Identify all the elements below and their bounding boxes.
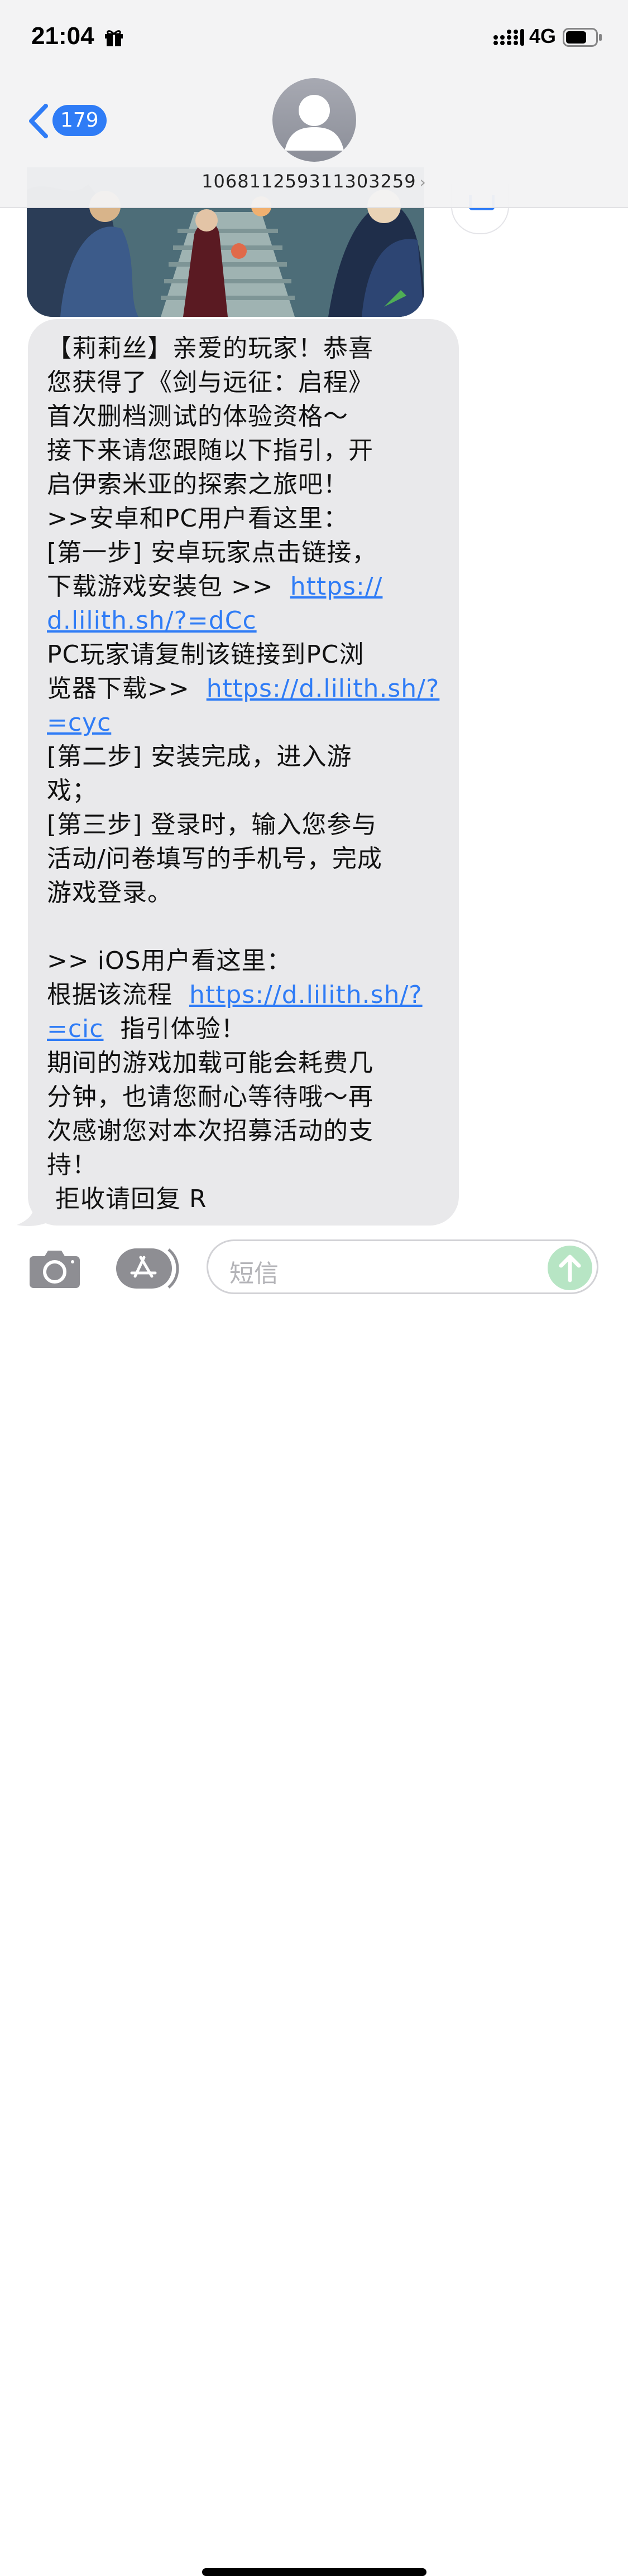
contact-name[interactable]: 106811259311303259 › xyxy=(0,171,628,192)
message-text: 分钟，也请您耐心等待哦～再 xyxy=(47,1083,373,1111)
message-text: 次感谢您对本次招募活动的支 xyxy=(47,1117,373,1145)
message-line: =cic 指引体验！ xyxy=(47,1012,449,1046)
message-text: 活动/问卷填写的手机号，完成 xyxy=(47,845,382,873)
message-line: 活动/问卷填写的手机号，完成 xyxy=(47,842,449,876)
message-text: 览器下载>> xyxy=(47,674,207,703)
message-line: 接下来请您跟随以下指引，开 xyxy=(47,433,449,467)
message-text: [第二步] 安装完成，进入游 xyxy=(47,742,352,771)
message-text: [第三步] 登录时，输入您参与 xyxy=(47,811,377,839)
chevron-left-icon xyxy=(29,104,48,138)
message-link[interactable]: https://d.lilith.sh/? xyxy=(207,674,440,703)
network-type: 4G xyxy=(529,25,557,47)
message-text: 首次删档测试的体验资格～ xyxy=(47,402,348,431)
send-arrow-icon xyxy=(559,1255,581,1282)
chevron-right-icon: › xyxy=(419,173,426,191)
contact-avatar[interactable] xyxy=(272,78,356,162)
message-text: 根据该流程 xyxy=(47,981,189,1009)
message-line: 启伊索米亚的探索之旅吧！ xyxy=(47,467,449,501)
message-line: 戏； xyxy=(47,774,449,808)
message-bubble[interactable]: 【莉莉丝】亲爱的玩家！恭喜 您获得了《剑与远征：启程》 首次删档测试的体验资格～ 接下… xyxy=(28,319,459,1226)
message-text: 指引体验！ xyxy=(103,1015,246,1043)
send-button[interactable] xyxy=(548,1246,592,1290)
message-line: [第三步] 登录时，输入您参与 xyxy=(47,808,449,842)
message-line: 次感谢您对本次招募活动的支 xyxy=(47,1114,449,1148)
message-line: 下载游戏安装包 >> https:// xyxy=(47,570,449,604)
message-body: 【莉莉丝】亲爱的玩家！恭喜 您获得了《剑与远征：启程》 首次删档测试的体验资格～ 接下… xyxy=(47,331,449,1216)
message-line: 【莉莉丝】亲爱的玩家！恭喜 xyxy=(47,331,449,365)
message-line: PC玩家请复制该链接到PC浏 xyxy=(47,638,449,672)
message-line: [第一步] 安卓玩家点击链接， xyxy=(47,536,449,570)
home-indicator xyxy=(202,2568,426,2576)
message-text: >> iOS用户看这里： xyxy=(47,947,292,975)
message-line: 览器下载>> https://d.lilith.sh/? xyxy=(47,672,449,706)
message-text: 启伊索米亚的探索之旅吧！ xyxy=(47,470,348,499)
camera-icon[interactable] xyxy=(29,1248,80,1289)
contact-number: 106811259311303259 xyxy=(202,171,416,192)
message-text: 戏； xyxy=(47,776,97,805)
message-line: =cyc xyxy=(47,706,449,740)
message-text: 【莉莉丝】亲爱的玩家！恭喜 xyxy=(47,334,373,363)
message-line: 分钟，也请您耐心等待哦～再 xyxy=(47,1080,449,1114)
message-text: PC玩家请复制该链接到PC浏 xyxy=(47,640,365,669)
message-line: 期间的游戏加载可能会耗费几 xyxy=(47,1046,449,1080)
message-text: 您获得了《剑与远征：启程》 xyxy=(47,368,373,397)
message-text: 期间的游戏加载可能会耗费几 xyxy=(47,1049,373,1077)
message-link[interactable]: https://d.lilith.sh/? xyxy=(189,981,423,1009)
battery-icon xyxy=(563,28,602,47)
message-line: >>安卓和PC用户看这里： xyxy=(47,501,449,536)
message-line: 根据该流程 https://d.lilith.sh/? xyxy=(47,978,449,1012)
message-line: d.lilith.sh/?=dCc xyxy=(47,604,449,638)
message-line xyxy=(47,910,449,944)
message-link[interactable]: =cyc xyxy=(47,708,111,737)
back-button[interactable]: 179 xyxy=(27,102,107,141)
person-icon xyxy=(285,95,344,151)
gift-icon xyxy=(105,30,123,46)
message-link[interactable]: https:// xyxy=(290,572,383,601)
message-text: [第一步] 安卓玩家点击链接， xyxy=(47,538,377,567)
bubble-tail xyxy=(17,1205,50,1226)
message-line: [第二步] 安装完成，进入游 xyxy=(47,740,449,774)
message-line: 游戏登录。 xyxy=(47,876,449,910)
message-input-placeholder: 短信 xyxy=(229,1260,279,1288)
message-line: 拒收请回复 R xyxy=(47,1182,449,1216)
compose-bar: 短信 xyxy=(0,1233,628,2576)
conversation-header: 21:04 4G 179 106811259311303259 › xyxy=(0,0,628,208)
app-store-icon[interactable] xyxy=(115,1247,180,1290)
message-link[interactable]: d.lilith.sh/?=dCc xyxy=(47,606,257,635)
message-text: 下载游戏安装包 >> xyxy=(47,572,290,601)
message-text xyxy=(47,913,55,941)
message-line: 持！ xyxy=(47,1148,449,1182)
message-line: 您获得了《剑与远征：启程》 xyxy=(47,365,449,399)
status-time: 21:04 xyxy=(31,22,94,50)
message-text: 接下来请您跟随以下指引，开 xyxy=(47,436,373,465)
unread-count-badge: 179 xyxy=(52,105,107,136)
message-text: 游戏登录。 xyxy=(47,879,172,907)
message-input[interactable]: 短信 xyxy=(207,1239,598,1294)
message-text: 持！ xyxy=(47,1151,97,1179)
message-text: >>安卓和PC用户看这里： xyxy=(47,504,348,533)
message-line: >> iOS用户看这里： xyxy=(47,944,449,978)
message-link[interactable]: =cic xyxy=(47,1015,103,1043)
message-line: 首次删档测试的体验资格～ xyxy=(47,399,449,433)
message-text: 拒收请回复 R xyxy=(47,1185,207,1213)
signal-icon xyxy=(493,29,524,46)
